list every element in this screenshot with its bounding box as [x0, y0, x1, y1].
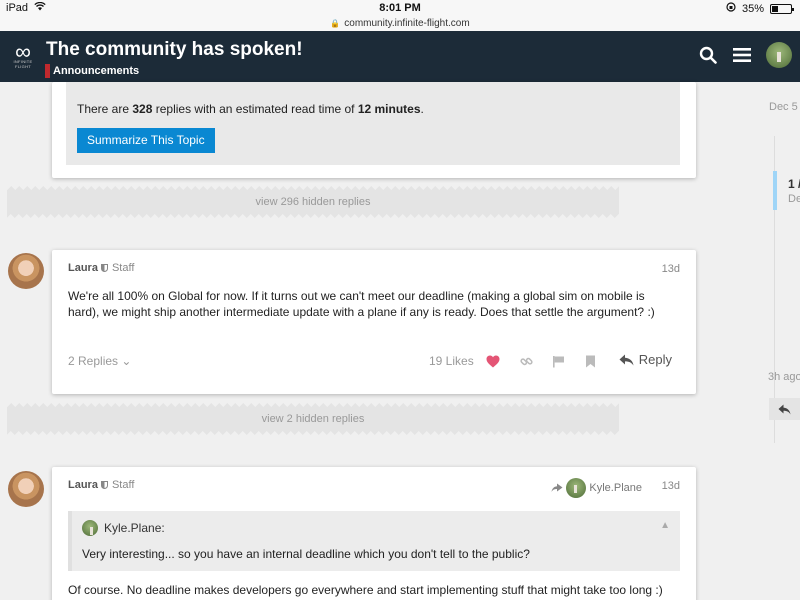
read-time: 12 minutes	[357, 102, 421, 116]
timeline-scroller-handle[interactable]	[773, 171, 777, 210]
back-arrow-icon	[778, 404, 791, 414]
post-author-avatar[interactable]	[8, 471, 44, 507]
quote-author[interactable]: Kyle.Plane:	[104, 521, 165, 535]
lock-icon: 🔒	[330, 19, 341, 28]
post-actions: 2 Replies ⌄ 19 Likes Reply	[68, 350, 680, 374]
user-title: Staff	[111, 262, 135, 274]
timeline-back-button[interactable]	[769, 398, 800, 420]
menu-button[interactable]	[732, 45, 752, 65]
quote-text: Very interesting... so you have an inter…	[82, 547, 530, 561]
post-author-avatar[interactable]	[8, 253, 44, 289]
post: Laura Staff 13d We're all 100% on Global…	[52, 250, 696, 394]
site-logo[interactable]: ∞ INFINITE FLIGHT	[10, 39, 36, 70]
battery-icon	[770, 3, 794, 14]
topic-title[interactable]: The community has spoken!	[46, 39, 303, 61]
battery-fill	[772, 5, 779, 12]
heart-icon	[486, 355, 500, 367]
timeline-position: 1 /	[788, 177, 800, 191]
quote-author-avatar	[82, 520, 98, 536]
summary-text: There are 328 replies with an estimated …	[77, 102, 424, 116]
category-name: Announcements	[53, 65, 140, 77]
like-button[interactable]	[485, 353, 501, 369]
show-replies-button[interactable]: 2 Replies ⌄	[68, 354, 131, 368]
timeline-start-date[interactable]: Dec 5	[769, 101, 798, 113]
status-time: 8:01 PM	[379, 2, 421, 14]
category-color-bar	[45, 64, 50, 78]
rotation-lock-icon	[726, 2, 736, 15]
reply-label: Reply	[638, 352, 672, 367]
blockquote: Kyle.Plane: ▲ Very interesting... so you…	[68, 511, 680, 571]
bookmark-button[interactable]	[582, 353, 598, 369]
chevron-down-icon: ⌄	[121, 354, 132, 368]
hidden-replies-gap[interactable]: view 2 hidden replies	[7, 403, 619, 435]
search-button[interactable]	[698, 45, 718, 65]
bookmark-icon	[585, 355, 595, 367]
post-body: Of course. No deadline makes developers …	[68, 583, 663, 597]
copy-link-button[interactable]	[518, 353, 534, 369]
reply-button[interactable]: Reply	[619, 352, 672, 367]
flag-button[interactable]	[550, 353, 566, 369]
category-badge[interactable]: Announcements	[45, 64, 139, 78]
post-body: We're all 100% on Global for now. If it …	[68, 289, 655, 319]
reply-to-tab[interactable]: Kyle.Plane	[551, 478, 642, 498]
link-icon	[519, 357, 533, 365]
hamburger-menu-icon	[733, 48, 751, 62]
replies-label: 2 Replies	[68, 354, 119, 368]
address-bar[interactable]: 🔒 community.infinite-flight.com	[0, 18, 800, 31]
jump-to-quote-icon[interactable]: ▲	[660, 520, 670, 531]
post-date[interactable]: 13d	[662, 480, 680, 492]
summarize-topic-button[interactable]: Summarize This Topic	[77, 128, 215, 153]
status-bar: iPad 8:01 PM 35%	[0, 0, 800, 18]
hidden-replies-gap[interactable]: view 296 hidden replies	[7, 186, 619, 218]
timeline-end-date[interactable]: 3h ago	[768, 371, 800, 383]
user-avatar[interactable]	[766, 42, 792, 68]
infinity-logo-icon: ∞	[15, 39, 31, 64]
reply-count: 328	[132, 102, 153, 116]
post-date[interactable]: 13d	[662, 263, 680, 275]
flag-icon	[552, 355, 564, 367]
reply-to-username: Kyle.Plane	[589, 482, 642, 494]
topic-timeline: Dec 5 1 / De 3h ago	[740, 82, 800, 600]
post: Laura Staff Kyle.Plane 13d Kyle.Plane: ▲…	[52, 467, 696, 600]
logo-text: INFINITE FLIGHT	[13, 59, 33, 69]
share-arrow-icon	[551, 483, 563, 492]
site-header: ∞ INFINITE FLIGHT The community has spok…	[0, 31, 800, 82]
url-text: community.infinite-flight.com	[344, 18, 470, 29]
reply-arrow-icon	[619, 354, 634, 365]
post-username[interactable]: Laura	[68, 262, 98, 274]
search-icon	[699, 46, 717, 64]
reply-to-avatar	[566, 478, 587, 498]
post-username[interactable]: Laura	[68, 479, 98, 491]
topic-map: There are 328 replies with an estimated …	[66, 82, 680, 165]
topic-summary-card: There are 328 replies with an estimated …	[52, 82, 696, 178]
timeline-position-date: De	[788, 193, 800, 205]
shield-icon	[100, 264, 108, 272]
shield-icon	[100, 481, 108, 489]
battery-percent: 35%	[741, 2, 764, 15]
likes-count[interactable]: 19 Likes	[429, 354, 474, 368]
user-title: Staff	[111, 479, 135, 491]
